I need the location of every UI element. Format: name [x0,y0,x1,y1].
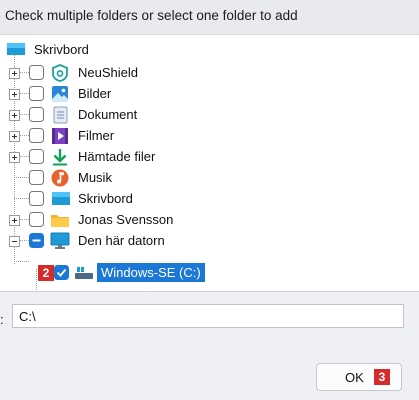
documents-icon [51,106,69,127]
expand-toggle[interactable] [9,88,20,103]
checkbox-checked[interactable] [54,265,69,283]
checkbox[interactable] [29,65,44,83]
checkbox-partial[interactable] [29,233,44,251]
folder-icon [50,212,70,231]
tree-item-musik[interactable]: Musik [78,170,112,186]
ok-button-label: OK [345,370,364,385]
step-badge-2: 2 [38,265,54,281]
tree-item-jonas-svensson[interactable]: Jonas Svensson [78,212,173,228]
tree-root-label[interactable]: Skrivbord [34,42,89,58]
checkbox[interactable] [29,170,44,188]
drive-icon [74,264,94,283]
instruction-bar: Check multiple folders or select one fol… [0,0,419,35]
tree-item-windows-se[interactable]: Windows-SE (C:) [97,263,205,282]
tree-item-den-har-datorn[interactable]: Den här datorn [78,233,165,249]
tree-item-hamtade-filer[interactable]: Hämtade filer [78,149,155,165]
path-label: : [0,312,4,327]
expand-toggle[interactable] [9,109,20,124]
tree-item-dokument[interactable]: Dokument [78,107,137,123]
pictures-icon [51,85,69,106]
expand-toggle[interactable] [9,151,20,166]
tree-item-skrivbord[interactable]: Skrivbord [78,191,133,207]
tree-item-neushield[interactable]: NeuShield [78,65,138,81]
expand-toggle[interactable] [9,214,20,229]
instruction-text: Check multiple folders or select one fol… [5,8,298,23]
expand-toggle[interactable] [9,67,20,82]
checkbox[interactable] [29,212,44,230]
expand-toggle[interactable] [9,130,20,145]
computer-icon [50,232,70,253]
neushield-icon [51,64,69,85]
music-icon [51,169,69,190]
checkbox[interactable] [29,128,44,146]
downloads-icon [51,148,69,169]
checkbox[interactable] [29,149,44,167]
step-badge-3: 3 [374,369,390,385]
checkbox[interactable] [29,107,44,125]
checkbox[interactable] [29,86,44,104]
collapse-toggle[interactable] [9,235,20,250]
tree-item-filmer[interactable]: Filmer [78,128,114,144]
checkbox[interactable] [29,191,44,209]
videos-icon [51,127,69,148]
folder-tree[interactable]: Skrivbord NeuShield Bilder Dokument Film… [0,35,419,292]
ok-button[interactable]: OK 3 [316,363,402,391]
desktop-icon [6,42,26,61]
path-input[interactable] [12,304,404,328]
desktop-icon [51,191,71,210]
tree-item-bilder[interactable]: Bilder [78,86,111,102]
